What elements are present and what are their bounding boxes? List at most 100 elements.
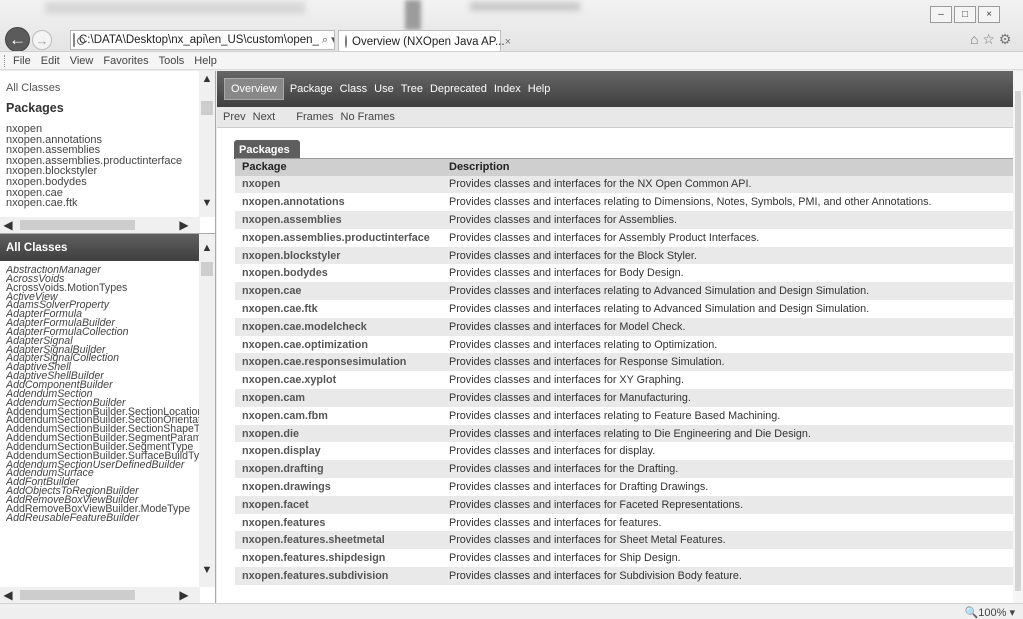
all-classes-heading: All Classes	[0, 234, 200, 261]
scroll-thumb[interactable]	[201, 262, 213, 276]
packages-frame: All Classes Packages nxopen nxopen.annota…	[0, 71, 216, 233]
menu-favorites[interactable]: Favorites	[103, 55, 148, 67]
package-name-link[interactable]: nxopen.cam	[235, 389, 442, 407]
package-name-link[interactable]: nxopen.features.sheetmetal	[235, 531, 442, 550]
package-name-link[interactable]: nxopen.display	[235, 442, 442, 461]
package-name-link[interactable]: nxopen.assemblies	[235, 211, 442, 229]
table-row: nxopen.cam.fbm Provides classes and inter…	[235, 406, 1013, 425]
frames-link[interactable]: Frames	[296, 111, 333, 123]
sub-navbar: Prev Next Frames No Frames	[217, 107, 1023, 128]
scroll-down-icon[interactable]: ▼	[199, 562, 215, 578]
table-row: nxopen.cae.optimization Provides classes …	[235, 335, 1013, 354]
menu-view[interactable]: View	[70, 55, 94, 67]
minimize-button[interactable]: –	[930, 6, 952, 23]
blurred-background	[470, 2, 580, 11]
packages-hscrollbar[interactable]: ◀ ▶	[0, 217, 200, 233]
scroll-left-icon[interactable]: ◀	[0, 217, 16, 233]
package-description: Provides classes and interfaces for Body…	[442, 264, 1013, 283]
menu-tools[interactable]: Tools	[159, 55, 185, 67]
close-window-button[interactable]: ×	[978, 6, 1000, 23]
nav-package[interactable]: Package	[290, 83, 333, 95]
table-row: nxopen.cae.responsesimulation Provides cl…	[235, 353, 1013, 372]
browser-tab[interactable]: Overview (NXOpen Java AP... ×	[338, 30, 511, 51]
new-tab-area[interactable]	[502, 30, 582, 50]
package-name-link[interactable]: nxopen.cam.fbm	[235, 406, 442, 425]
column-header-package: Package	[235, 158, 442, 176]
menu-bar: File Edit View Favorites Tools Help	[0, 52, 1023, 70]
package-name-link[interactable]: nxopen.features.shipdesign	[235, 549, 442, 568]
package-name-link[interactable]: nxopen.features.subdivision	[235, 567, 442, 585]
table-row: nxopen.assemblies Provides classes and in…	[235, 211, 1013, 229]
nav-index[interactable]: Index	[494, 83, 521, 95]
menu-help[interactable]: Help	[194, 55, 217, 67]
address-bar[interactable]: C:\DATA\Desktop\nx_api\en_US\custom\open…	[70, 30, 335, 50]
no-frames-link[interactable]: No Frames	[341, 111, 395, 123]
table-row: nxopen.drafting Provides classes and inte…	[235, 460, 1013, 479]
table-row: nxopen.facet Provides classes and interfa…	[235, 495, 1013, 514]
packages-table-caption: Packages	[234, 140, 300, 159]
package-description: Provides classes and interfaces for Shee…	[442, 531, 1013, 550]
prev-link[interactable]: Prev	[223, 111, 246, 123]
package-link[interactable]: nxopen.bodydes	[6, 177, 182, 188]
package-name-link[interactable]: nxopen.cae.modelcheck	[235, 317, 442, 336]
maximize-button[interactable]: □	[954, 6, 976, 23]
menu-file[interactable]: File	[13, 55, 31, 67]
scroll-thumb[interactable]	[20, 220, 135, 230]
table-row: nxopen.bodydes Provides classes and inter…	[235, 264, 1013, 283]
package-name-link[interactable]: nxopen.facet	[235, 495, 442, 514]
nav-tree[interactable]: Tree	[401, 83, 423, 95]
table-row: nxopen.cae.ftk Provides classes and inter…	[235, 300, 1013, 318]
scroll-thumb[interactable]	[20, 590, 135, 600]
all-classes-link[interactable]: All Classes	[6, 82, 60, 94]
table-row: nxopen.display Provides classes and inter…	[235, 442, 1013, 461]
toolbar-icons[interactable]: ⌂ ☆ ⚙	[970, 31, 1011, 48]
package-name-link[interactable]: nxopen.cae.responsesimulation	[235, 353, 442, 372]
package-name-link[interactable]: nxopen.die	[235, 424, 442, 443]
scroll-up-icon[interactable]: ▲	[199, 71, 215, 87]
package-name-link[interactable]: nxopen.drawings	[235, 478, 442, 496]
package-name-link[interactable]: nxopen.bodydes	[235, 264, 442, 283]
nav-help[interactable]: Help	[528, 83, 551, 95]
package-name-link[interactable]: nxopen.cae.xyplot	[235, 371, 442, 390]
package-description: Provides classes and interfaces for feat…	[442, 513, 1013, 532]
nav-class[interactable]: Class	[340, 83, 368, 95]
address-controls[interactable]: ⌕ ▾ ↻	[322, 33, 334, 47]
package-name-link[interactable]: nxopen.assemblies.productinterface	[235, 228, 442, 247]
main-vscrollbar[interactable]	[1013, 71, 1023, 603]
classes-frame: All Classes AbstractionManager AcrossVoid…	[0, 233, 216, 603]
nav-deprecated[interactable]: Deprecated	[430, 83, 487, 95]
package-name-link[interactable]: nxopen.drafting	[235, 460, 442, 479]
blurred-background	[405, 0, 421, 30]
packages-vscrollbar[interactable]: ▲ ▼	[199, 71, 215, 217]
package-description: Provides classes and interfaces for Resp…	[442, 353, 1013, 372]
package-link[interactable]: nxopen	[6, 124, 182, 135]
package-link[interactable]: nxopen.cae.ftk	[6, 198, 182, 209]
back-button[interactable]: ←	[5, 27, 30, 51]
scroll-thumb[interactable]	[201, 101, 213, 115]
class-link[interactable]: AddReusableFeatureBuilder	[6, 512, 200, 522]
classes-hscrollbar[interactable]: ◀ ▶	[0, 587, 200, 603]
package-description: Provides classes and interfaces relating…	[442, 300, 1013, 318]
next-link[interactable]: Next	[253, 111, 276, 123]
scroll-down-icon[interactable]: ▼	[199, 195, 215, 211]
package-name-link[interactable]: nxopen	[235, 175, 442, 194]
nav-use[interactable]: Use	[374, 83, 394, 95]
tab-title: Overview (NXOpen Java AP...	[352, 35, 505, 48]
package-name-link[interactable]: nxopen.cae.optimization	[235, 335, 442, 354]
package-name-link[interactable]: nxopen.annotations	[235, 193, 442, 212]
package-name-link[interactable]: nxopen.features	[235, 513, 442, 532]
zoom-control[interactable]: 🔍100% ▾	[965, 606, 1015, 619]
table-row: nxopen.features.sheetmetal Provides class…	[235, 531, 1013, 550]
scroll-left-icon[interactable]: ◀	[0, 587, 16, 603]
scroll-up-icon[interactable]: ▲	[199, 240, 215, 256]
forward-button[interactable]: →	[32, 30, 52, 50]
scroll-right-icon[interactable]: ▶	[176, 587, 192, 603]
scroll-right-icon[interactable]: ▶	[176, 217, 192, 233]
packages-table: Package Description nxopen Provides class…	[235, 158, 1013, 585]
package-name-link[interactable]: nxopen.blockstyler	[235, 246, 442, 265]
classes-vscrollbar[interactable]: ▲ ▼	[199, 234, 215, 587]
package-name-link[interactable]: nxopen.cae.ftk	[235, 300, 442, 318]
scroll-thumb[interactable]	[1015, 91, 1021, 591]
package-name-link[interactable]: nxopen.cae	[235, 282, 442, 301]
menu-edit[interactable]: Edit	[41, 55, 60, 67]
